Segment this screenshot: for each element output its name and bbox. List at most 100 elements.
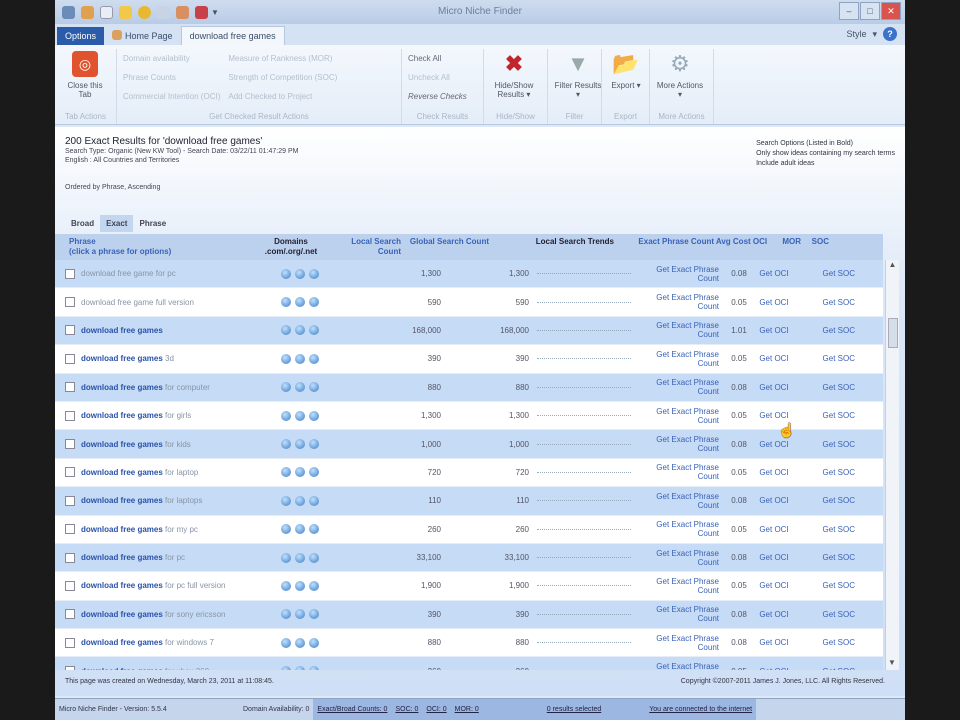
row-checkbox[interactable] (65, 297, 75, 308)
commercial-intention-button[interactable]: Commercial Intention (OCI) (123, 87, 220, 106)
get-oci-link[interactable]: Get OCI (759, 496, 789, 505)
get-soc-link[interactable]: Get SOC (789, 440, 859, 449)
col-global[interactable]: Global Search Count (401, 234, 489, 260)
tab-phrase[interactable]: Phrase (133, 215, 172, 232)
org-domain-icon[interactable] (295, 382, 305, 393)
phrase-link[interactable]: download free games 3d (81, 354, 241, 363)
row-checkbox[interactable] (65, 410, 75, 421)
get-exact-phrase-count-link[interactable]: Get Exact Phrase Count (639, 378, 719, 396)
minimize-button[interactable]: – (839, 2, 859, 20)
phrase-link[interactable]: download free games for pc full version (81, 581, 241, 590)
com-domain-icon[interactable] (281, 495, 291, 506)
get-soc-link[interactable]: Get SOC (789, 581, 859, 590)
row-checkbox[interactable] (65, 382, 75, 393)
get-exact-phrase-count-link[interactable]: Get Exact Phrase Count (639, 520, 719, 538)
org-domain-icon[interactable] (295, 666, 305, 670)
org-domain-icon[interactable] (295, 325, 305, 336)
net-domain-icon[interactable] (309, 439, 319, 450)
net-domain-icon[interactable] (309, 524, 319, 535)
net-domain-icon[interactable] (309, 410, 319, 421)
close-tab-button[interactable]: ◎ Close this Tab (61, 49, 109, 99)
net-domain-icon[interactable] (309, 467, 319, 478)
row-checkbox[interactable] (65, 580, 75, 591)
net-domain-icon[interactable] (309, 609, 319, 620)
row-checkbox[interactable] (65, 552, 75, 563)
col-exact[interactable]: Exact Phrase Count (614, 234, 714, 260)
org-domain-icon[interactable] (295, 609, 305, 620)
app-menu-icon[interactable] (62, 5, 75, 19)
phrase-link[interactable]: download free games (81, 326, 241, 335)
get-oci-link[interactable]: Get OCI (759, 610, 789, 619)
window-icon[interactable] (157, 5, 170, 19)
phrase-link[interactable]: download free game for pc (81, 269, 241, 278)
get-oci-link[interactable]: Get OCI (759, 553, 789, 562)
org-domain-icon[interactable] (295, 580, 305, 591)
get-soc-link[interactable]: Get SOC (789, 496, 859, 505)
user-icon[interactable] (81, 5, 94, 19)
net-domain-icon[interactable] (309, 495, 319, 506)
row-checkbox[interactable] (65, 637, 75, 648)
col-local[interactable]: Local Search Count (341, 234, 401, 260)
net-domain-icon[interactable] (309, 325, 319, 336)
reverse-checks-button[interactable]: Reverse Checks (408, 87, 477, 106)
net-domain-icon[interactable] (309, 268, 319, 279)
com-domain-icon[interactable] (281, 439, 291, 450)
row-checkbox[interactable] (65, 467, 75, 478)
net-domain-icon[interactable] (309, 382, 319, 393)
get-oci-link[interactable]: Get OCI (759, 581, 789, 590)
net-domain-icon[interactable] (309, 580, 319, 591)
org-domain-icon[interactable] (295, 268, 305, 279)
domain-availability-button[interactable]: Domain availability (123, 49, 220, 68)
folder-icon[interactable] (119, 5, 132, 19)
get-oci-link[interactable]: Get OCI (759, 269, 789, 278)
soc-button[interactable]: Strength of Competition (SOC) (228, 68, 337, 87)
uncheck-all-button[interactable]: Uncheck All (408, 68, 477, 87)
mor-count[interactable]: MOR: 0 (451, 699, 483, 720)
get-oci-link[interactable]: Get OCI (759, 383, 789, 392)
get-oci-link[interactable]: Get OCI (759, 354, 789, 363)
get-soc-link[interactable]: Get SOC (789, 326, 859, 335)
get-exact-phrase-count-link[interactable]: Get Exact Phrase Count (639, 407, 719, 425)
tab-download-free-games[interactable]: download free games (180, 26, 285, 45)
get-soc-link[interactable]: Get SOC (789, 269, 859, 278)
col-phrase[interactable]: Phrase (click a phrase for options) (55, 234, 241, 260)
get-exact-phrase-count-link[interactable]: Get Exact Phrase Count (639, 549, 719, 567)
phrase-link[interactable]: download free games for laptop (81, 468, 241, 477)
row-checkbox[interactable] (65, 666, 75, 670)
get-exact-phrase-count-link[interactable]: Get Exact Phrase Count (639, 662, 719, 670)
org-domain-icon[interactable] (295, 297, 305, 308)
tab-options[interactable]: Options (57, 27, 105, 45)
org-domain-icon[interactable] (295, 439, 305, 450)
check-all-button[interactable]: Check All (408, 49, 477, 68)
net-domain-icon[interactable] (309, 666, 319, 670)
row-checkbox[interactable] (65, 495, 75, 506)
net-domain-icon[interactable] (309, 297, 319, 308)
get-exact-phrase-count-link[interactable]: Get Exact Phrase Count (639, 634, 719, 652)
hide-show-results-button[interactable]: ✖ Hide/Show Results ▾ (490, 49, 538, 99)
close-x-icon[interactable] (195, 5, 208, 19)
get-exact-phrase-count-link[interactable]: Get Exact Phrase Count (639, 321, 719, 339)
net-domain-icon[interactable] (309, 552, 319, 563)
more-actions-button[interactable]: ⚙ More Actions ▾ (656, 49, 704, 99)
get-soc-link[interactable]: Get SOC (789, 354, 859, 363)
phrase-link[interactable]: download free games for my pc (81, 525, 241, 534)
org-domain-icon[interactable] (295, 410, 305, 421)
net-domain-icon[interactable] (309, 637, 319, 648)
com-domain-icon[interactable] (281, 524, 291, 535)
filter-results-button[interactable]: ▼ Filter Results ▾ (554, 49, 602, 99)
get-exact-phrase-count-link[interactable]: Get Exact Phrase Count (639, 605, 719, 623)
com-domain-icon[interactable] (281, 382, 291, 393)
get-soc-link[interactable]: Get SOC (789, 610, 859, 619)
get-soc-link[interactable]: Get SOC (789, 638, 859, 647)
com-domain-icon[interactable] (281, 410, 291, 421)
col-soc[interactable]: SOC (801, 234, 829, 260)
phrase-link[interactable]: download free games for computer (81, 383, 241, 392)
get-exact-phrase-count-link[interactable]: Get Exact Phrase Count (639, 463, 719, 481)
col-oci[interactable]: Avg Cost OCI (714, 234, 769, 260)
scroll-thumb[interactable] (888, 318, 898, 348)
com-domain-icon[interactable] (281, 580, 291, 591)
get-oci-link[interactable]: Get OCI (759, 298, 789, 307)
com-domain-icon[interactable] (281, 609, 291, 620)
com-domain-icon[interactable] (281, 268, 291, 279)
phrase-link[interactable]: download free games for sony ericsson (81, 610, 241, 619)
